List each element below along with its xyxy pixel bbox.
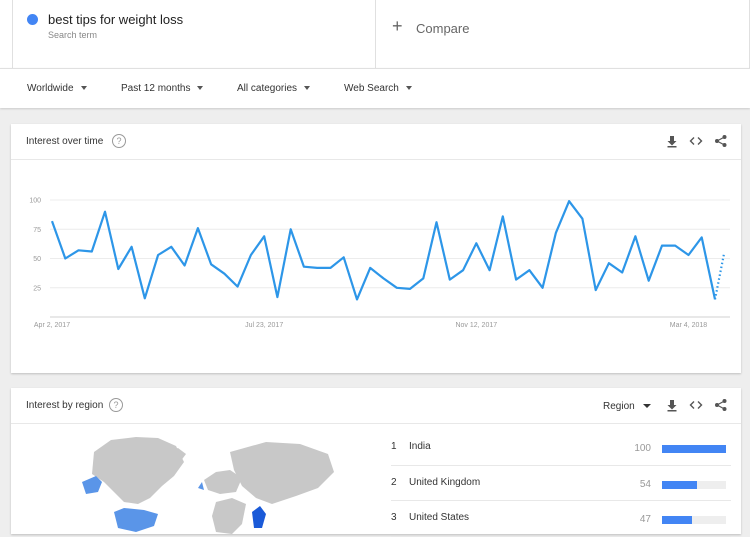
compare-button[interactable]: + Compare [376,0,750,68]
interest-by-region-header: Interest by region ? Region [11,388,741,424]
region-row[interactable]: 3 United States 47 [391,501,731,537]
region-name: United Kingdom [409,476,481,488]
filter-search-type[interactable]: Web Search [344,83,412,94]
y-tick-label: 50 [33,256,41,263]
search-term-card[interactable]: best tips for weight loss Search term [12,0,376,68]
region-bar-fill [662,445,726,453]
embed-icon[interactable] [689,134,703,148]
y-tick-label: 25 [33,285,41,292]
help-icon[interactable]: ? [109,398,123,412]
world-map[interactable] [66,432,336,534]
help-icon[interactable]: ? [112,134,126,148]
term-color-dot [27,14,38,25]
embed-icon[interactable] [689,398,703,412]
share-icon[interactable] [714,398,728,412]
caret-down-icon [197,86,204,91]
filter-bar: Worldwide Past 12 months All categories … [0,68,750,108]
region-rank: 2 [391,476,397,488]
interest-by-region-title: Interest by region [26,400,104,411]
region-list: 1 India 100 2 United Kingdom 54 3 United… [391,430,731,537]
interest-over-time-header: Interest over time ? [11,124,741,160]
share-icon[interactable] [714,134,728,148]
region-bar-fill [662,516,693,524]
download-icon[interactable] [665,398,679,412]
partial-data-line [713,253,726,300]
interest-over-time-title: Interest over time [26,136,104,147]
search-header: best tips for weight loss Search term + … [0,0,750,68]
region-value: 47 [639,514,651,525]
region-bar [662,516,726,524]
region-name: India [409,441,431,452]
filter-location-label: Worldwide [27,83,74,94]
region-value: 54 [639,478,651,490]
region-row[interactable]: 1 India 100 [391,430,731,466]
caret-down-icon [642,404,651,409]
series-line [50,200,717,301]
search-term-text[interactable]: best tips for weight loss [48,12,183,27]
interest-over-time-card: Interest over time ? 25 50 75 100 Apr 2, 201… [11,124,741,373]
region-rank: 3 [391,512,397,523]
compare-label: Compare [416,21,470,36]
region-bar [662,445,726,453]
region-rank: 1 [391,441,397,452]
region-name: United States [409,512,470,523]
region-value: 100 [634,443,651,454]
plus-icon: + [392,16,403,36]
caret-down-icon [405,86,412,91]
x-tick-label: Mar 4, 2018 [670,322,707,329]
filter-category[interactable]: All categories [237,83,311,94]
x-tick-label: Nov 12, 2017 [455,322,497,329]
filter-time-range[interactable]: Past 12 months [121,83,204,94]
interest-over-time-chart[interactable]: 25 50 75 100 Apr 2, 2017 Jul 23, 2017 Nov 12, … [11,160,741,373]
region-bar-fill [662,480,697,489]
interest-by-region-card: Interest by region ? Region 1 India 100 … [11,388,741,537]
x-tick-label: Apr 2, 2017 [34,322,70,329]
y-tick-label: 75 [33,227,41,234]
region-row[interactable]: 2 United Kingdom 54 [391,466,731,501]
filter-time-label: Past 12 months [121,83,191,94]
caret-down-icon [304,86,311,91]
y-tick-label: 100 [29,198,41,205]
filter-search-type-label: Web Search [344,83,399,94]
region-resolution-select[interactable]: Region [603,401,651,412]
caret-down-icon [80,86,87,91]
download-icon[interactable] [665,134,679,148]
filter-category-label: All categories [237,83,298,94]
search-term-caption: Search term [48,30,98,40]
region-select-label: Region [603,401,635,412]
region-bar [662,480,726,489]
x-tick-label: Jul 23, 2017 [245,322,283,329]
filter-location[interactable]: Worldwide [27,83,87,94]
